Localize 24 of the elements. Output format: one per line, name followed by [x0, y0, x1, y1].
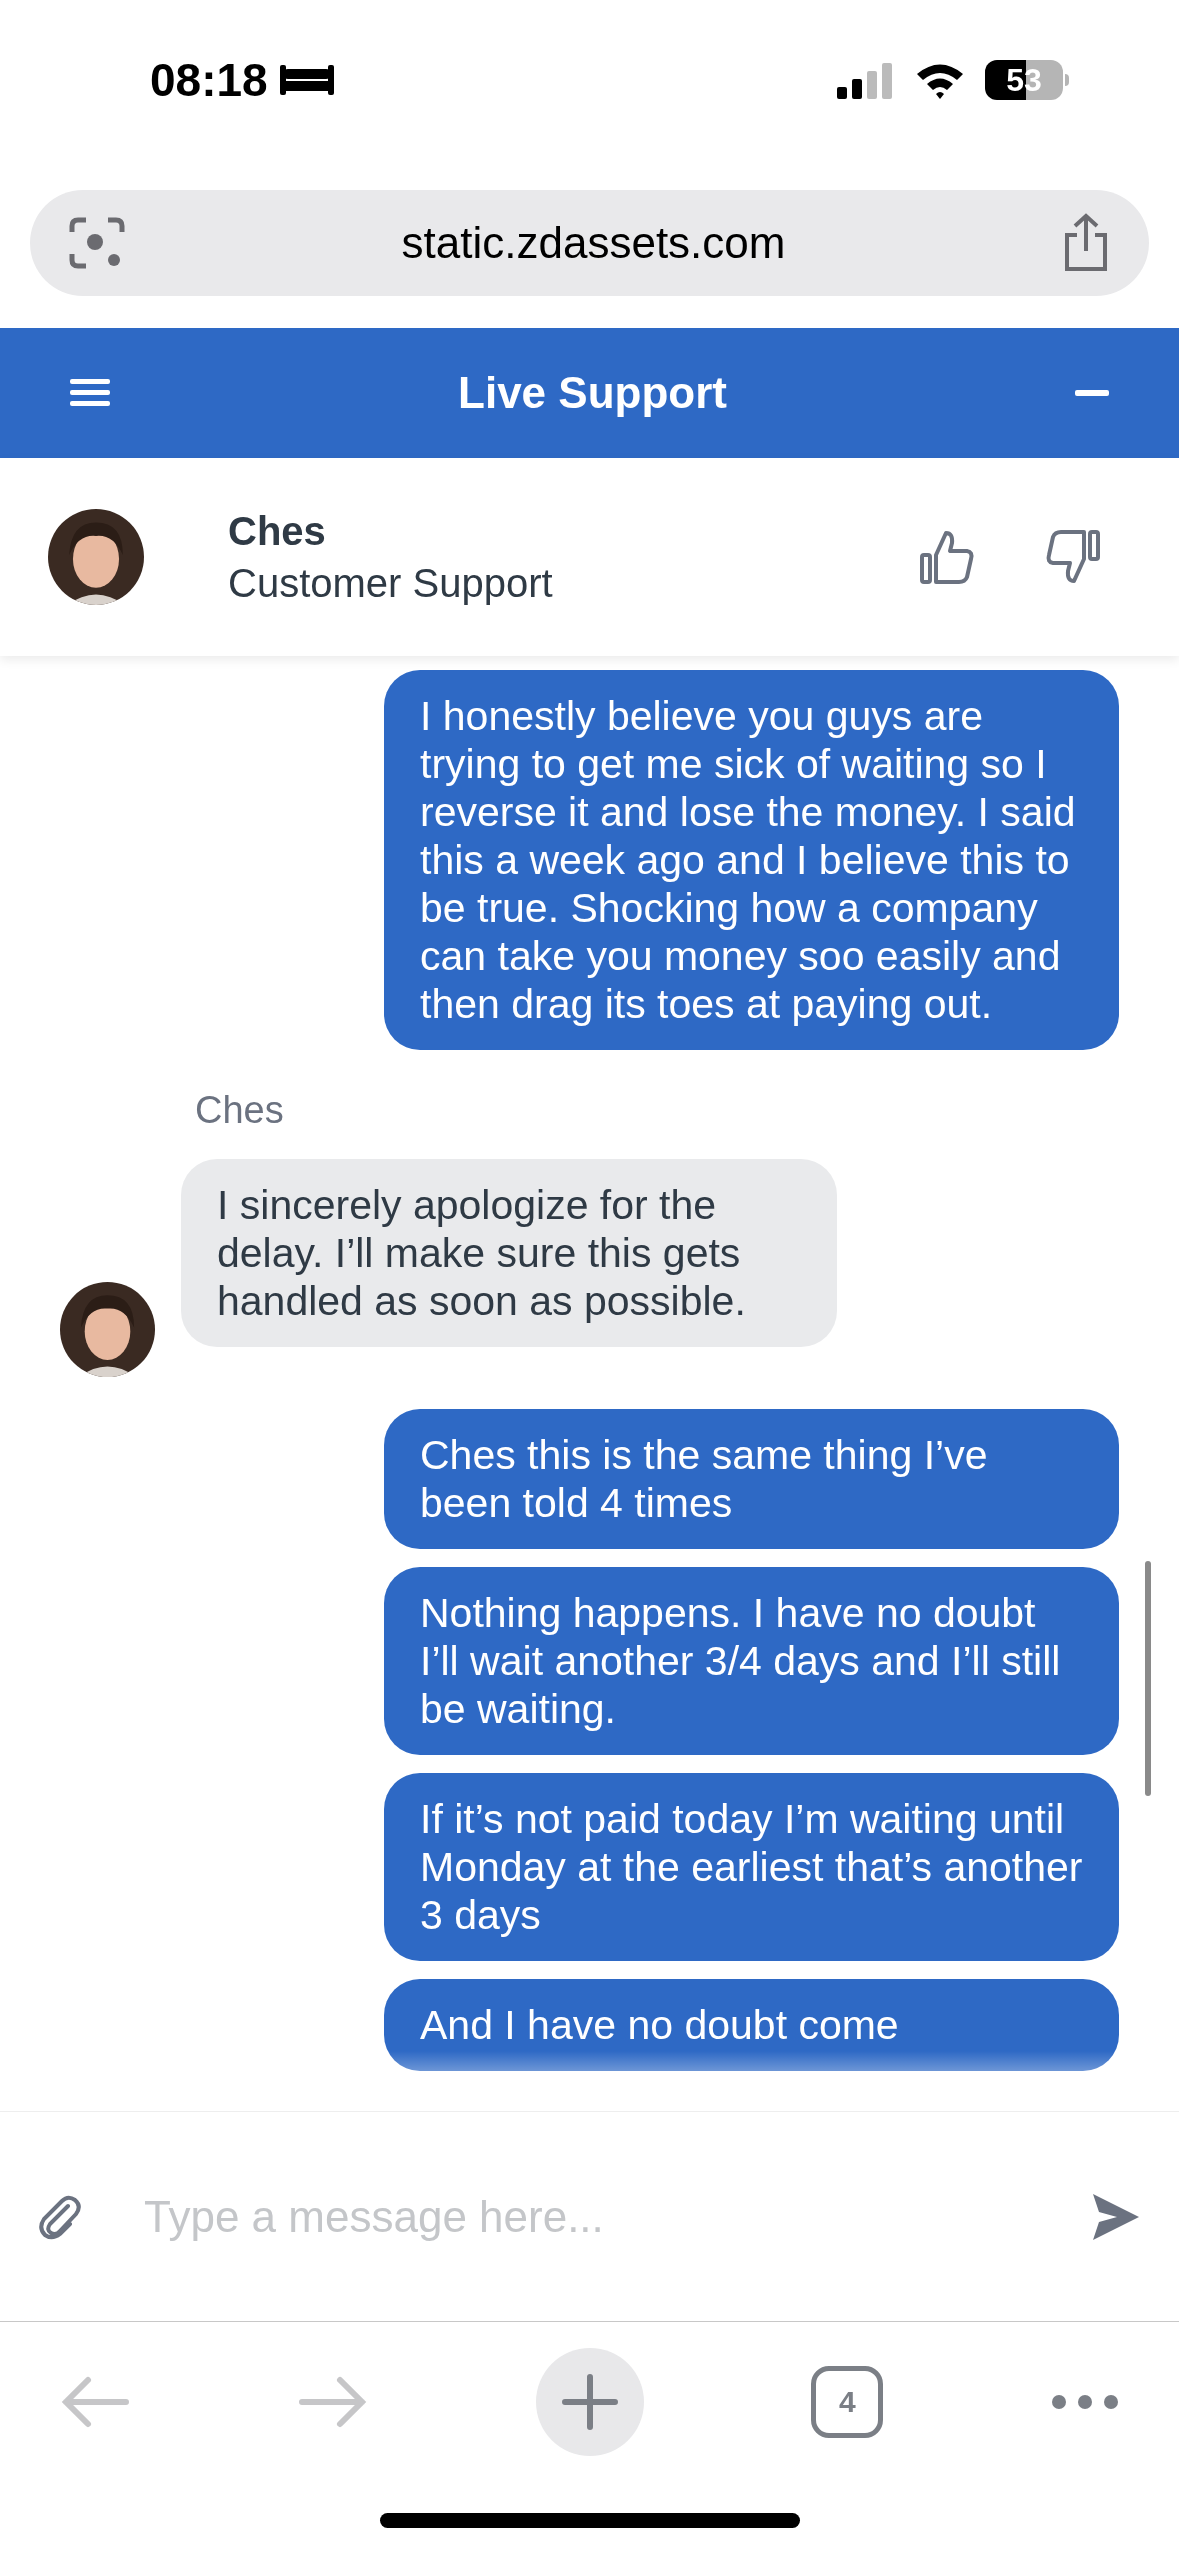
paperclip-icon[interactable] — [38, 2193, 82, 2240]
message-input[interactable]: Type a message here... — [144, 2183, 1091, 2250]
address-bar[interactable]: static.zdassets.com — [30, 190, 1149, 296]
message-text: Nothing happens. I have no doubt I’ll wait another 3/4 days and I’ll still be waiting. — [420, 1590, 1061, 1732]
message-text: I sincerely apologize for the delay. I’ll make sure this gets handled as soon as possible. — [217, 1182, 746, 1324]
bed-icon — [279, 63, 334, 97]
message-text: Ches this is the same thing I’ve been told 4 times — [420, 1432, 988, 1526]
thumbs-up-icon[interactable] — [919, 529, 975, 585]
menu-icon[interactable] — [70, 379, 110, 407]
sender-name: Ches — [195, 1088, 285, 1133]
thumbs-down-icon[interactable] — [1045, 529, 1101, 585]
plus-icon — [561, 2373, 618, 2430]
chat-title: Live Support — [458, 367, 727, 419]
signal-icon — [837, 61, 895, 99]
agent-name: Ches — [228, 508, 327, 555]
tabs-button[interactable]: 4 — [811, 2365, 884, 2438]
clock: 08:18 — [150, 52, 268, 108]
agent-role: Customer Support — [228, 560, 553, 607]
url-text[interactable]: static.zdassets.com — [401, 210, 786, 276]
message-text: If it’s not paid today I’m waiting until Monday at the earliest that’s another 3 days — [420, 1796, 1083, 1938]
more-icon[interactable] — [1051, 2393, 1119, 2410]
message-text: And I have no doubt come — [420, 2002, 899, 2048]
send-icon[interactable] — [1091, 2191, 1141, 2242]
message-text: I honestly believe you guys are trying to get me sick of waiting so I reverse it and lose the money. I said this a week ago and I believe this to be true. Shocking how a company can take you money soo easily and then drag its toes at paying out. — [420, 693, 1076, 1027]
